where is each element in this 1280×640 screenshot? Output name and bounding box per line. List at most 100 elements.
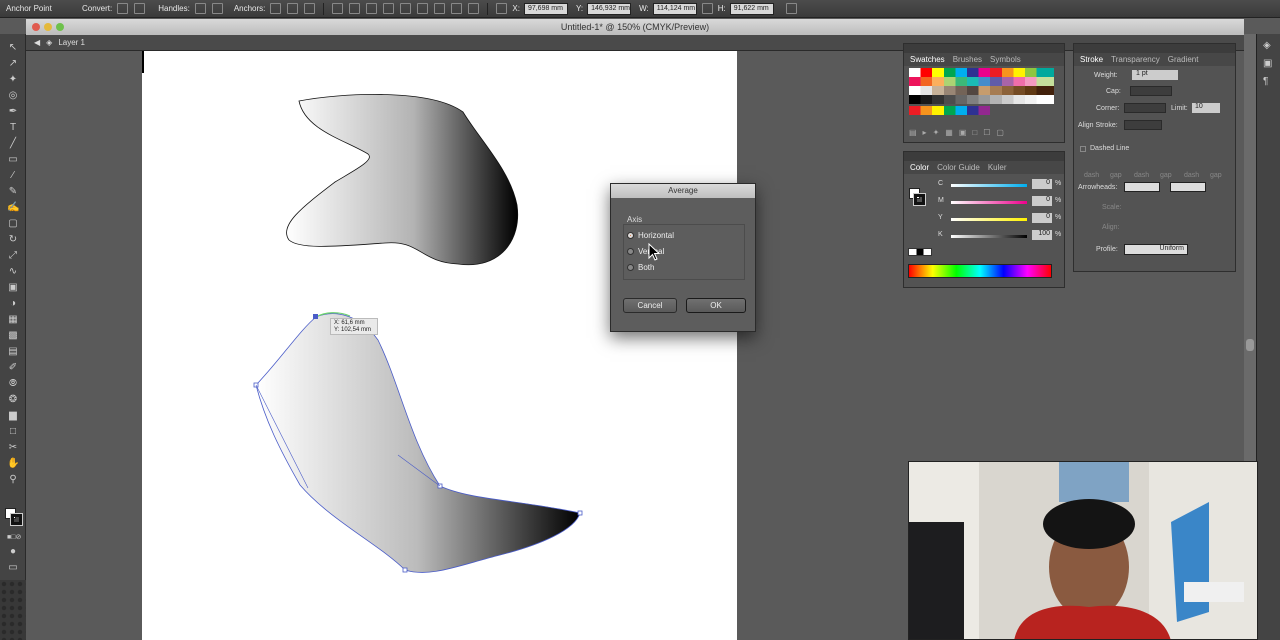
tab-stroke[interactable]: Stroke: [1080, 55, 1103, 64]
layer-name[interactable]: Layer 1: [58, 38, 85, 47]
dashed-line-checkbox[interactable]: [1080, 146, 1086, 152]
pen-tool-icon[interactable]: ✒: [7, 106, 19, 118]
symbol-sprayer-tool-icon[interactable]: ❂: [7, 394, 19, 406]
free-transform-tool-icon[interactable]: ▣: [7, 282, 19, 294]
selection-tool-icon[interactable]: ↖: [7, 42, 19, 54]
channel-slider[interactable]: [951, 235, 1027, 238]
channel-slider[interactable]: [951, 201, 1027, 204]
rectangle-tool-icon[interactable]: ▭: [7, 154, 19, 166]
channel-slider[interactable]: [951, 218, 1027, 221]
rotate-tool-icon[interactable]: ↻: [7, 234, 19, 246]
minimize-window-icon[interactable]: [44, 23, 52, 31]
align-right-icon[interactable]: [366, 3, 378, 14]
mesh-tool-icon[interactable]: ▩: [7, 330, 19, 342]
pencil-tool-icon[interactable]: ✎: [7, 186, 19, 198]
distribute-v-icon[interactable]: [468, 3, 480, 14]
w-field[interactable]: 114,124 mm: [652, 2, 697, 15]
align-left-icon[interactable]: [332, 3, 344, 14]
connect-anchor-icon[interactable]: [287, 3, 299, 14]
x-field[interactable]: 97,698 mm: [523, 2, 568, 15]
shape-builder-tool-icon[interactable]: ◑: [7, 298, 19, 310]
y-field[interactable]: 146,932 mm: [587, 2, 632, 15]
arrowhead-start-select[interactable]: [1124, 182, 1160, 192]
zoom-window-icon[interactable]: [56, 23, 64, 31]
channel-slider[interactable]: [951, 184, 1027, 187]
tab-transparency[interactable]: Transparency: [1111, 55, 1160, 64]
fill-stroke-icon[interactable]: [909, 188, 927, 206]
align-center-icon[interactable]: [349, 3, 361, 14]
cancel-button[interactable]: Cancel: [623, 298, 677, 313]
tab-swatches[interactable]: Swatches: [910, 55, 945, 64]
align-stroke-buttons-icon[interactable]: [1124, 120, 1162, 130]
profile-select[interactable]: Uniform: [1124, 244, 1188, 255]
distribute-h-icon[interactable]: [451, 3, 463, 14]
scale-tool-icon[interactable]: ⤢: [7, 250, 19, 262]
tab-color[interactable]: Color: [910, 163, 929, 172]
artboard[interactable]: [142, 51, 737, 640]
radio-both[interactable]: Both: [627, 263, 707, 273]
draw-mode-icon[interactable]: ●: [7, 546, 19, 558]
weight-field[interactable]: 1 pt: [1132, 70, 1178, 80]
gradient-tool-icon[interactable]: ▤: [7, 346, 19, 358]
back-arrow-icon[interactable]: ◀: [34, 38, 40, 47]
close-window-icon[interactable]: [32, 23, 40, 31]
artboards-panel-icon[interactable]: ▣: [1263, 58, 1275, 69]
transform-icon[interactable]: [785, 3, 797, 14]
tab-gradient[interactable]: Gradient: [1168, 55, 1199, 64]
arrowhead-end-select[interactable]: [1170, 182, 1206, 192]
channel-value[interactable]: 0: [1032, 196, 1052, 206]
cut-path-icon[interactable]: [304, 3, 316, 14]
tab-color-guide[interactable]: Color Guide: [937, 163, 980, 172]
zoom-tool-icon[interactable]: ⚲: [7, 474, 19, 486]
scrollbar-thumb[interactable]: [1246, 339, 1254, 351]
warp-tool-icon[interactable]: ∿: [7, 266, 19, 278]
swatches-bottom-icons[interactable]: ▤▸✦▦▣□☐▢: [909, 128, 1059, 138]
none-black-white-swatches[interactable]: [908, 248, 932, 256]
paintbrush-tool-icon[interactable]: ∕: [7, 170, 19, 182]
color-mode-icon[interactable]: ■□⊘: [7, 532, 21, 544]
ok-button[interactable]: OK: [686, 298, 746, 313]
convert-smooth-icon[interactable]: [134, 3, 146, 14]
align-top-icon[interactable]: [383, 3, 395, 14]
distribute-icon[interactable]: [434, 3, 446, 14]
fill-stroke-icon[interactable]: [5, 508, 23, 526]
magic-wand-tool-icon[interactable]: ✦: [7, 74, 19, 86]
column-graph-tool-icon[interactable]: ▆: [7, 410, 19, 422]
tab-kuler[interactable]: Kuler: [988, 163, 1007, 172]
radio-vertical[interactable]: Vertical: [627, 247, 707, 257]
convert-corner-icon[interactable]: [117, 3, 129, 14]
channel-value[interactable]: 100: [1032, 230, 1052, 240]
slice-tool-icon[interactable]: ✂: [7, 442, 19, 454]
color-spectrum[interactable]: [908, 264, 1052, 278]
type-tool-icon[interactable]: T: [7, 122, 19, 134]
blob-brush-tool-icon[interactable]: ✍: [7, 202, 19, 214]
glyphs-panel-icon[interactable]: ¶: [1263, 76, 1275, 87]
swatch-grid[interactable]: [909, 68, 1054, 124]
lasso-tool-icon[interactable]: ◎: [7, 90, 19, 102]
radio-horizontal[interactable]: Horizontal: [627, 231, 707, 241]
show-handles-icon[interactable]: [194, 3, 206, 14]
channel-value[interactable]: 0: [1032, 179, 1052, 189]
eraser-tool-icon[interactable]: ▢: [7, 218, 19, 230]
align-bottom-icon[interactable]: [417, 3, 429, 14]
direct-selection-tool-icon[interactable]: ↗: [7, 58, 19, 70]
hand-tool-icon[interactable]: ✋: [7, 458, 19, 470]
tab-brushes[interactable]: Brushes: [953, 55, 982, 64]
blend-tool-icon[interactable]: ⦾: [7, 378, 19, 390]
hide-handles-icon[interactable]: [211, 3, 223, 14]
tab-symbols[interactable]: Symbols: [990, 55, 1021, 64]
eyedropper-tool-icon[interactable]: ✐: [7, 362, 19, 374]
constrain-proportions-icon[interactable]: [701, 3, 713, 14]
layers-panel-icon[interactable]: ◈: [1263, 40, 1275, 51]
channel-value[interactable]: 0: [1032, 213, 1052, 223]
corner-buttons-icon[interactable]: [1124, 103, 1166, 113]
cap-buttons-icon[interactable]: [1130, 86, 1172, 96]
reference-point-icon[interactable]: [496, 3, 508, 14]
remove-anchor-icon[interactable]: [270, 3, 282, 14]
line-tool-icon[interactable]: ╱: [7, 138, 19, 150]
h-field[interactable]: 91,622 mm: [729, 2, 774, 15]
artboard-tool-icon[interactable]: □: [7, 426, 19, 438]
align-middle-icon[interactable]: [400, 3, 412, 14]
screen-mode-icon[interactable]: ▭: [7, 562, 19, 574]
limit-field[interactable]: 10: [1192, 103, 1220, 113]
